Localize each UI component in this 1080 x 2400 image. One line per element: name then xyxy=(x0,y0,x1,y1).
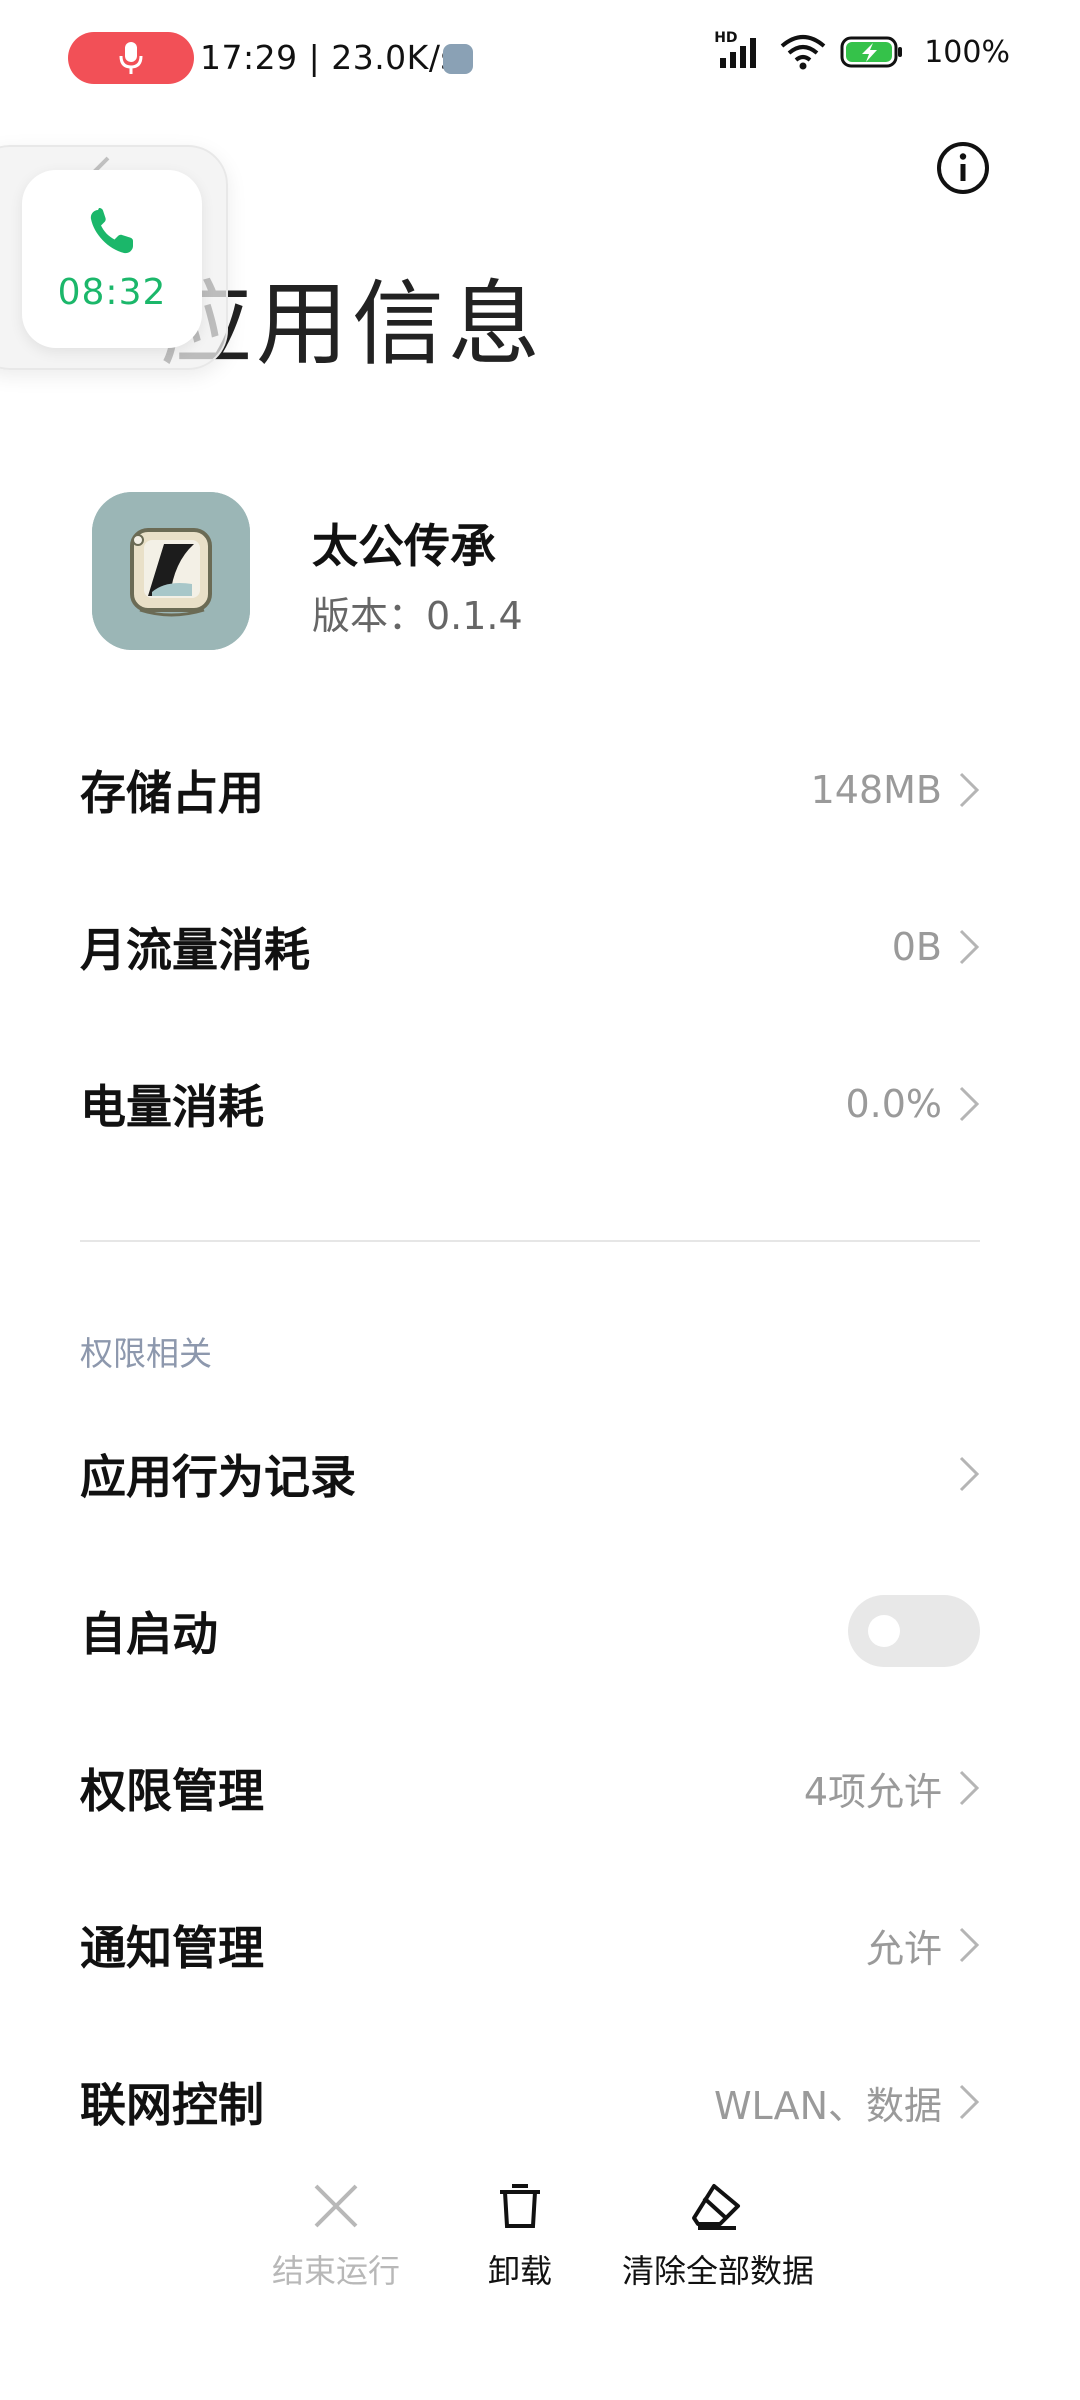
chevron-right-icon xyxy=(959,1456,980,1492)
section-title-permissions: 权限相关 xyxy=(80,1334,212,1373)
row-label: 存储占用 xyxy=(80,766,264,820)
action-label: 卸载 xyxy=(488,2252,553,2290)
microphone-icon xyxy=(119,42,143,74)
uninstall-button[interactable]: 卸载 xyxy=(488,2180,552,2292)
eraser-icon xyxy=(692,2184,740,2230)
info-icon[interactable] xyxy=(935,140,991,196)
call-duration: 08:32 xyxy=(57,271,167,313)
row-autostart: 自启动 xyxy=(80,1591,980,1671)
chevron-right-icon xyxy=(959,1770,980,1806)
notification-app-icon xyxy=(443,44,473,74)
app-icon-image xyxy=(92,492,250,650)
signal-icon: HD xyxy=(714,30,766,70)
trash-icon xyxy=(500,2184,540,2228)
status-right-icons: HD 100% xyxy=(714,30,1010,70)
row-label: 联网控制 xyxy=(80,2078,264,2132)
force-stop-button[interactable]: 结束运行 xyxy=(272,2180,400,2292)
battery-percentage: 100% xyxy=(924,34,1010,70)
row-value: WLAN、数据 xyxy=(713,2083,942,2128)
status-bar: 17:29 | 23.0K/s HD 100% xyxy=(0,0,1080,120)
app-version: 版本：0.1.4 xyxy=(312,594,523,638)
action-label: 清除全部数据 xyxy=(622,2252,815,2290)
row-value: 允许 xyxy=(865,1926,942,1971)
chevron-right-icon xyxy=(959,2084,980,2120)
row-value: 4项允许 xyxy=(803,1769,942,1814)
row-storage[interactable]: 存储占用 148MB xyxy=(80,750,980,830)
row-label: 自启动 xyxy=(80,1607,218,1661)
row-label: 月流量消耗 xyxy=(80,923,310,977)
status-time-speed: 17:29 | 23.0K/s xyxy=(200,38,459,77)
wifi-icon xyxy=(780,35,826,70)
row-app-behavior-record[interactable]: 应用行为记录 xyxy=(80,1434,980,1514)
section-divider xyxy=(80,1240,980,1242)
row-data-usage[interactable]: 月流量消耗 0B xyxy=(80,907,980,987)
row-label: 应用行为记录 xyxy=(80,1450,356,1504)
recording-indicator[interactable] xyxy=(68,32,194,84)
app-name: 太公传承 xyxy=(312,519,496,573)
close-icon xyxy=(314,2184,358,2228)
row-label: 通知管理 xyxy=(80,1921,264,1975)
chevron-right-icon xyxy=(959,1086,980,1122)
chevron-right-icon xyxy=(959,929,980,965)
row-label: 权限管理 xyxy=(80,1764,264,1818)
bottom-action-bar: 结束运行 卸载 清除全部数据 xyxy=(0,2180,1080,2330)
row-battery-usage[interactable]: 电量消耗 0.0% xyxy=(80,1064,980,1144)
row-network-control[interactable]: 联网控制 WLAN、数据 xyxy=(80,2062,980,2142)
chevron-right-icon xyxy=(959,772,980,808)
row-value: 0B xyxy=(891,925,942,969)
floating-call-bubble[interactable]: 08:32 xyxy=(22,170,202,348)
app-icon xyxy=(92,492,250,650)
row-permission-management[interactable]: 权限管理 4项允许 xyxy=(80,1748,980,1828)
row-notification-management[interactable]: 通知管理 允许 xyxy=(80,1905,980,1985)
clear-all-data-button[interactable]: 清除全部数据 xyxy=(622,2180,814,2292)
action-label: 结束运行 xyxy=(272,2252,401,2290)
autostart-toggle[interactable] xyxy=(848,1595,980,1667)
row-value: 0.0% xyxy=(845,1082,942,1126)
phone-icon xyxy=(90,207,133,253)
toggle-knob xyxy=(868,1615,900,1647)
battery-charging-icon xyxy=(840,36,903,68)
row-label: 电量消耗 xyxy=(80,1080,264,1134)
row-value: 148MB xyxy=(810,768,942,812)
chevron-right-icon xyxy=(959,1927,980,1963)
